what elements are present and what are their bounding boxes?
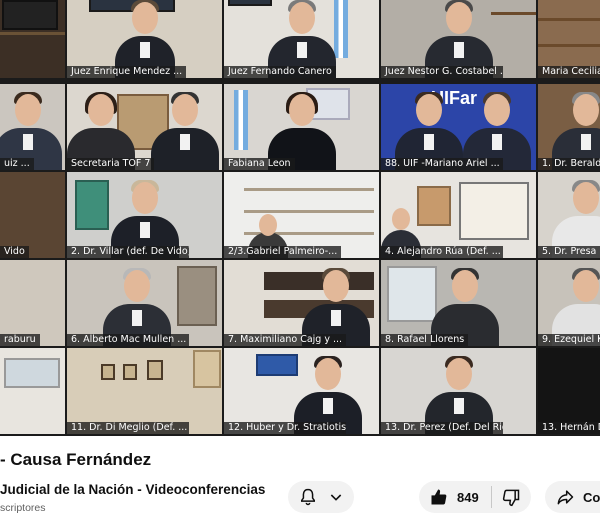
chevron-down-icon xyxy=(328,489,344,505)
participant-tile: 8. Rafael Llorens xyxy=(381,260,536,346)
participant-tile: 6. Alberto Mac Mullen ... xyxy=(67,260,222,346)
video-info-panel: - Causa Fernández Judicial de la Nación … xyxy=(0,436,600,513)
video-player[interactable]: Juez Enrique Mendez ... Juez Fernando Ca… xyxy=(0,0,600,436)
participant-tile: 13. Dr. Perez (Def. Del Rio) xyxy=(381,348,536,434)
participant-tile: uiz ... xyxy=(0,84,65,170)
participant-tile: Juez Fernando Canero xyxy=(224,0,379,78)
participant-tile xyxy=(0,0,65,78)
like-count: 849 xyxy=(457,489,479,505)
participant-tile: Vido xyxy=(0,172,65,258)
dislike-button[interactable] xyxy=(492,481,530,513)
participant-name: 2. Dr. Villar (def. De Vido) xyxy=(67,246,189,258)
thumbs-up-icon xyxy=(429,487,449,507)
notifications-button[interactable] xyxy=(288,481,354,513)
participant-name: 1. Dr. Beraldi ( xyxy=(538,158,600,170)
participant-name: 88. UIF -Mariano Ariel ... xyxy=(381,158,503,170)
participant-name: Maria Cecilia C xyxy=(538,66,600,78)
participant-tile: 2/3.Gabriel Palmeiro-... xyxy=(224,172,379,258)
participant-tile: 1. Dr. Beraldi ( xyxy=(538,84,600,170)
participant-tile: Secretaria TOF 7 xyxy=(67,84,222,170)
participant-tile: raburu xyxy=(0,260,65,346)
participant-name: 12. Huber y Dr. Stratiotis... xyxy=(224,422,346,434)
participant-tile: 4. Alejandro Rúa (Def. ... xyxy=(381,172,536,258)
participant-tile: Fabiana Leon xyxy=(224,84,379,170)
participant-tile: Juez Nestor G. Costabel ... xyxy=(381,0,536,78)
participant-name: Juez Nestor G. Costabel ... xyxy=(381,66,503,78)
video-title: - Causa Fernández xyxy=(0,450,152,469)
share-button[interactable]: Cor xyxy=(545,481,600,513)
participant-tile: 2. Dr. Villar (def. De Vido) xyxy=(67,172,222,258)
participant-name: 13. Hernán D xyxy=(538,422,600,434)
share-label: Cor xyxy=(583,489,600,505)
participant-tile xyxy=(0,348,65,434)
participant-name: 11. Dr. Di Meglio (Def. ... xyxy=(67,422,189,434)
participant-name: 6. Alberto Mac Mullen ... xyxy=(67,334,189,346)
participant-tile: 11. Dr. Di Meglio (Def. ... xyxy=(67,348,222,434)
participant-name: Juez Enrique Mendez ... xyxy=(67,66,187,78)
participant-name: Juez Fernando Canero xyxy=(224,66,336,78)
share-arrow-icon xyxy=(555,487,575,507)
participant-name: uiz ... xyxy=(0,158,34,170)
like-dislike-group: 849 xyxy=(419,481,531,513)
participant-name: Vido xyxy=(0,246,29,258)
bell-icon xyxy=(298,487,318,507)
participant-tile: 9. Ezequiel Kla xyxy=(538,260,600,346)
participant-tile: Juez Enrique Mendez ... xyxy=(67,0,222,78)
channel-name[interactable]: Judicial de la Nación - Videoconferencia… xyxy=(0,482,265,497)
like-button[interactable]: 849 xyxy=(419,481,491,513)
participant-tile: 12. Huber y Dr. Stratiotis... xyxy=(224,348,379,434)
participant-tile: 13. Hernán D xyxy=(538,348,600,434)
participant-name: 8. Rafael Llorens xyxy=(381,334,469,346)
participant-name: 5. Dr. Presa (d xyxy=(538,246,600,258)
participant-name: Secretaria TOF 7 xyxy=(67,158,155,170)
participant-name: 9. Ezequiel Kla xyxy=(538,334,600,346)
participant-name: 13. Dr. Perez (Def. Del Rio) xyxy=(381,422,503,434)
participant-name: 2/3.Gabriel Palmeiro-... xyxy=(224,246,342,258)
participant-name: 4. Alejandro Rúa (Def. ... xyxy=(381,246,503,258)
participant-tile: UIFar 88. UIF -Mariano Ariel ... xyxy=(381,84,536,170)
participant-name: 7. Maximiliano Cajg y ... xyxy=(224,334,346,346)
participant-name: Fabiana Leon xyxy=(224,158,295,170)
participant-tile: 7. Maximiliano Cajg y ... xyxy=(224,260,379,346)
participant-name: raburu xyxy=(0,334,40,346)
subscriber-count: scriptores xyxy=(0,502,46,513)
participant-tile: 5. Dr. Presa (d xyxy=(538,172,600,258)
participant-tile: Maria Cecilia C xyxy=(538,0,600,78)
thumbs-down-icon xyxy=(501,487,521,507)
